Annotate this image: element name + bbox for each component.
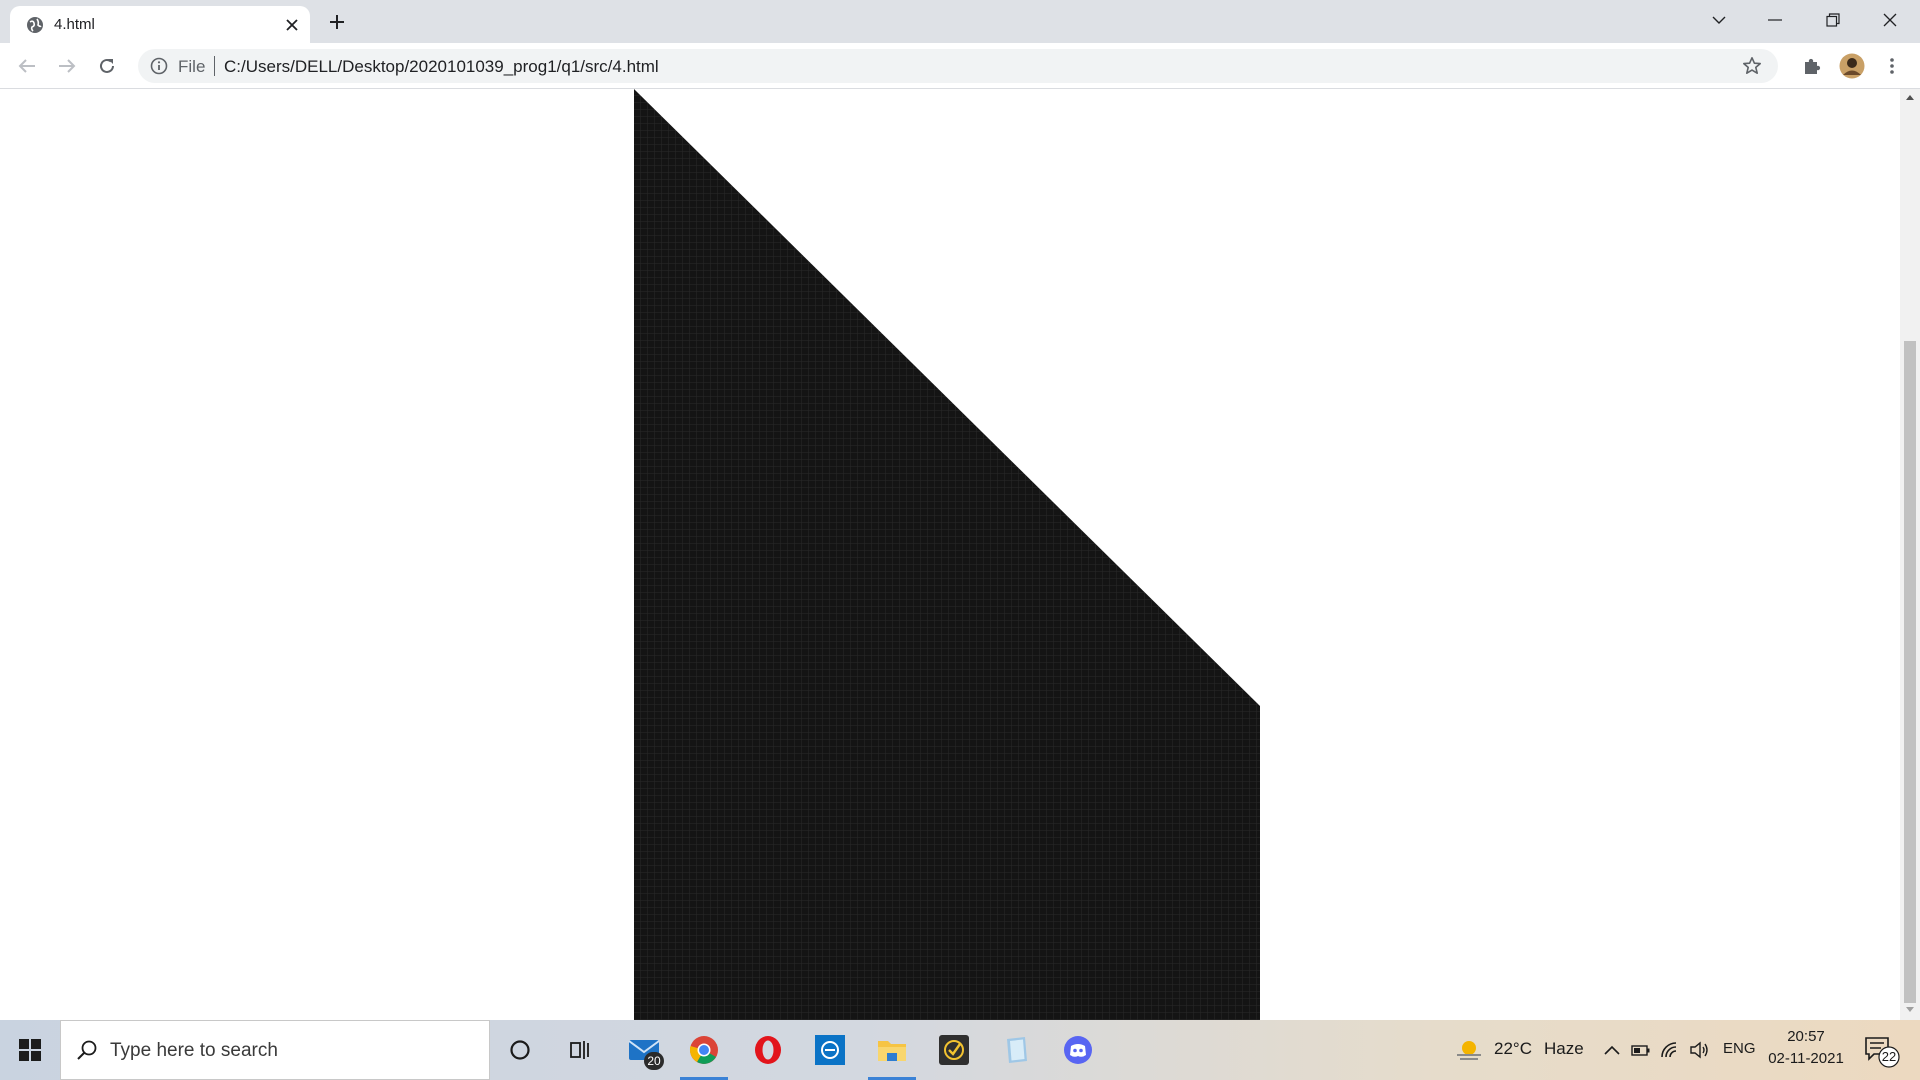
search-icon	[77, 1040, 97, 1060]
action-center-button[interactable]: 22	[1864, 1034, 1900, 1068]
chrome-app[interactable]	[676, 1020, 732, 1080]
weather-widget[interactable]	[1454, 1038, 1484, 1062]
notepad-icon	[1007, 1037, 1027, 1063]
notepad-app[interactable]	[988, 1020, 1044, 1080]
page-scrollbar[interactable]	[1900, 89, 1920, 1020]
minimize-icon	[1768, 19, 1782, 21]
new-tab-button[interactable]	[326, 11, 348, 33]
avatar	[1839, 53, 1865, 79]
mail-badge: 20	[644, 1052, 664, 1070]
close-tab-button[interactable]	[282, 15, 302, 35]
input-language[interactable]: ENG	[1723, 1040, 1756, 1057]
cortana-icon	[510, 1040, 530, 1060]
dell-app-icon	[815, 1035, 845, 1065]
scroll-down-icon[interactable]	[1906, 1007, 1914, 1012]
taskbar-search[interactable]: Type here to search	[60, 1020, 490, 1080]
chevron-up-icon	[1604, 1045, 1620, 1055]
discord-icon	[1064, 1036, 1092, 1064]
task-view-button[interactable]	[552, 1020, 608, 1080]
info-icon[interactable]	[150, 57, 168, 75]
clock[interactable]: 20:57 02-11-2021	[1764, 1026, 1848, 1070]
clock-time: 20:57	[1787, 1028, 1825, 1045]
battery-button[interactable]	[1629, 1038, 1653, 1062]
folder-icon	[878, 1041, 906, 1061]
reload-button[interactable]	[93, 52, 121, 80]
chevron-down-icon	[1712, 16, 1726, 24]
address-bar[interactable]: File C:/Users/DELL/Desktop/2020101039_pr…	[138, 49, 1778, 83]
extensions-button[interactable]	[1798, 52, 1826, 80]
page-viewport	[0, 89, 1900, 1020]
url-text[interactable]: C:/Users/DELL/Desktop/2020101039_prog1/q…	[224, 57, 659, 77]
wifi-icon	[1661, 1042, 1677, 1058]
search-placeholder: Type here to search	[110, 1040, 278, 1061]
restore-button[interactable]	[1816, 6, 1850, 34]
file-explorer-app[interactable]	[864, 1020, 920, 1080]
star-icon[interactable]	[1742, 56, 1762, 76]
profile-button[interactable]	[1838, 52, 1866, 80]
window-close-button[interactable]	[1873, 6, 1907, 34]
tab-title: 4.html	[54, 16, 95, 33]
tab-search-button[interactable]	[1702, 6, 1736, 34]
notification-count: 22	[1881, 1049, 1897, 1064]
site-info-label: File	[178, 57, 206, 76]
tab-strip: 4.html	[0, 0, 1920, 43]
close-icon	[286, 19, 298, 31]
puzzle-icon	[1805, 58, 1821, 74]
cortana-button[interactable]	[492, 1020, 548, 1080]
close-icon	[1883, 13, 1897, 27]
arrow-left-icon	[18, 59, 35, 73]
discord-app[interactable]	[1050, 1020, 1106, 1080]
task-view-icon	[570, 1041, 589, 1059]
back-button[interactable]	[13, 52, 41, 80]
browser-toolbar: File C:/Users/DELL/Desktop/2020101039_pr…	[0, 43, 1920, 89]
scrollbar-thumb[interactable]	[1904, 341, 1916, 1003]
clock-date: 02-11-2021	[1768, 1050, 1844, 1067]
minimize-button[interactable]	[1758, 6, 1792, 34]
restore-icon	[1826, 13, 1840, 27]
battery-icon	[1631, 1045, 1650, 1056]
volume-button[interactable]	[1687, 1038, 1711, 1062]
menu-button[interactable]	[1878, 52, 1906, 80]
more-vert-icon	[1890, 58, 1894, 74]
arrow-right-icon	[59, 59, 76, 73]
reload-icon	[100, 58, 114, 73]
speaker-icon	[1690, 1041, 1708, 1059]
omnibox-separator	[214, 56, 215, 76]
todo-app[interactable]	[926, 1020, 982, 1080]
taskbar: Type here to search 20 22°C Haze ENG 20:…	[0, 1020, 1920, 1080]
plus-icon	[330, 15, 344, 29]
chrome-icon	[689, 1036, 718, 1064]
scroll-up-icon[interactable]	[1906, 95, 1914, 100]
show-hidden-icons-button[interactable]	[1600, 1038, 1624, 1062]
mail-app[interactable]: 20	[616, 1020, 672, 1080]
opera-icon	[755, 1036, 781, 1064]
globe-icon	[27, 17, 43, 33]
start-button[interactable]	[0, 1020, 60, 1080]
trapezoid-shape	[634, 89, 1260, 1020]
weather-description[interactable]: Haze	[1544, 1039, 1584, 1059]
dell-app[interactable]	[802, 1020, 858, 1080]
weather-temperature[interactable]: 22°C	[1494, 1039, 1532, 1059]
sun-haze-icon	[1457, 1041, 1481, 1060]
network-button[interactable]	[1658, 1038, 1682, 1062]
windows-logo-icon	[19, 1039, 41, 1061]
forward-button[interactable]	[53, 52, 81, 80]
checkmark-icon	[939, 1035, 969, 1065]
browser-tab[interactable]: 4.html	[10, 6, 310, 43]
opera-app[interactable]	[740, 1020, 796, 1080]
